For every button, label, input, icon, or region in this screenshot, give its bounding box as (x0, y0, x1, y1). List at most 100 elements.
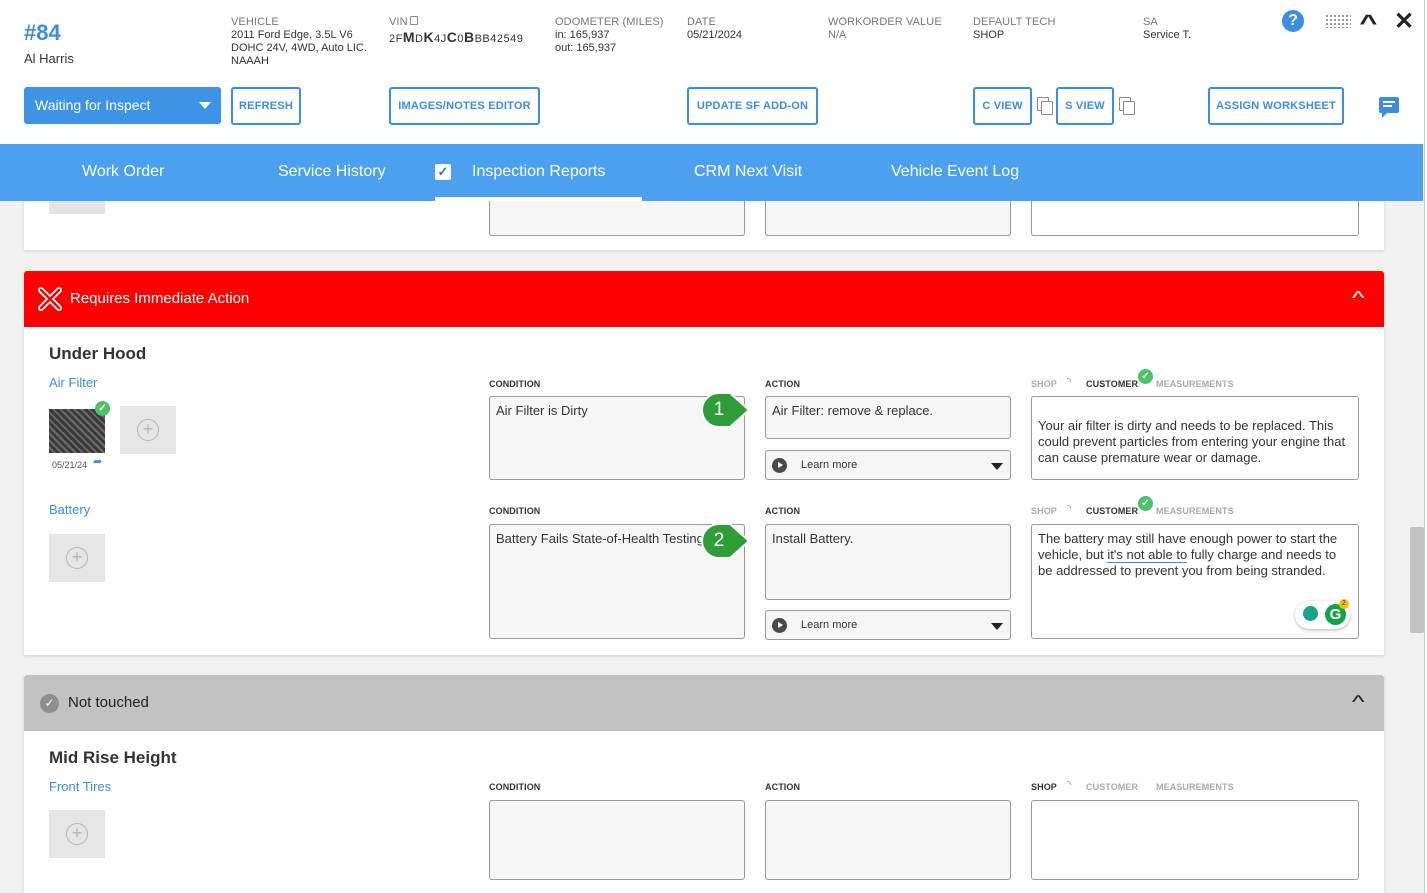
step-number: 1 (713, 399, 725, 420)
customer-text-field[interactable] (1031, 800, 1359, 880)
caret-down-icon (199, 102, 211, 109)
c-view-button[interactable]: C VIEW (973, 87, 1032, 125)
measurements-label[interactable]: MEASUREMENTS (1156, 782, 1234, 792)
step-badge-1: 1 (701, 391, 749, 430)
condition-field[interactable] (489, 201, 745, 236)
customer-label[interactable]: CUSTOMER (1086, 379, 1138, 389)
tab-crm-next-visit[interactable]: CRM Next Visit (694, 144, 802, 201)
odometer-in: in: 165,937 (555, 29, 610, 41)
tab-inspection-reports[interactable]: Inspection Reports (435, 144, 642, 201)
status-value: Waiting for Inspect (35, 97, 151, 113)
not-touched-card: ✓ Not touched ^ Mid Rise Height Front Ti… (24, 675, 1384, 893)
service-advisor-value: Service T. (1143, 29, 1192, 41)
immediate-action-header[interactable]: Requires Immediate Action ^ (24, 271, 1384, 327)
add-photo-button[interactable]: + (49, 810, 105, 858)
vehicle-line-1: 2011 Ford Edge, 3.5L V6 (231, 29, 353, 41)
measurements-label[interactable]: MEASUREMENTS (1156, 506, 1234, 516)
learn-more-dropdown[interactable]: Learn more (765, 450, 1011, 480)
shop-label[interactable]: SHOP (1031, 782, 1057, 792)
customer-label[interactable]: CUSTOMER (1086, 506, 1138, 516)
immediate-action-card: Requires Immediate Action ^ Under Hood A… (24, 271, 1384, 655)
chat-icon[interactable] (1379, 97, 1399, 118)
copy-icon[interactable] (1037, 97, 1053, 115)
refresh-button[interactable]: REFRESH (231, 87, 301, 125)
grammarly-widget[interactable]: G 2 (1295, 599, 1350, 629)
status-dropdown[interactable]: Waiting for Inspect (24, 87, 221, 124)
check-icon: ✓ (95, 401, 110, 416)
default-tech-value: SHOP (973, 29, 1005, 41)
step-badge-2: 2 (701, 522, 749, 561)
tab-vehicle-event-log[interactable]: Vehicle Event Log (891, 144, 1019, 201)
vehicle-line-3: NAAAH (231, 55, 269, 67)
add-photo-button[interactable]: + (49, 534, 105, 582)
plus-icon: + (137, 419, 159, 441)
grammar-suggestion[interactable]: it's not able to (1107, 547, 1188, 563)
chevron-up-icon[interactable]: ^ (1351, 288, 1364, 309)
copy-icon[interactable] (409, 16, 418, 25)
learn-more-label: Learn more (801, 619, 858, 631)
shop-label[interactable]: SHOP (1031, 506, 1057, 516)
tab-bar: Work Order Service History Inspection Re… (0, 144, 1423, 201)
grid-icon[interactable] (1325, 14, 1351, 28)
lightbulb-icon (1303, 606, 1318, 621)
vin-label: VIN (389, 16, 408, 28)
play-icon (772, 458, 787, 473)
vin-part: 4J (434, 33, 447, 45)
vin-info: VIN 2FMDK4JC0BBB42549 (389, 16, 523, 46)
odometer-label: ODOMETER (MILES) (555, 16, 664, 28)
vin-part: M (402, 29, 416, 45)
copy-icon[interactable] (1119, 97, 1135, 115)
vin-part: 2F (389, 33, 403, 45)
previous-item-card (24, 201, 1384, 250)
customer-name: Al Harris (24, 51, 74, 66)
help-icon[interactable]: ? (1282, 10, 1304, 32)
update-sf-addon-button[interactable]: UPDATE SF ADD-ON (687, 87, 818, 125)
customer-text-field[interactable]: Your air filter is dirty and needs to be… (1031, 396, 1359, 480)
caret-down-icon (991, 463, 1003, 470)
air-filter-photo[interactable] (49, 409, 105, 453)
action-field[interactable]: Install Battery. (765, 524, 1011, 600)
add-photo-placeholder[interactable] (49, 201, 105, 214)
scrollbar-thumb[interactable] (1410, 527, 1424, 633)
section-title: Not touched (68, 694, 149, 711)
not-touched-header[interactable]: ✓ Not touched ^ (24, 675, 1384, 731)
learn-more-dropdown[interactable]: Learn more (765, 610, 1011, 640)
check-icon: ✓ (1138, 496, 1153, 511)
spinner-icon: ◝ (1067, 779, 1072, 791)
checkbox-icon[interactable]: ✓ (435, 164, 451, 180)
tab-service-history[interactable]: Service History (278, 144, 386, 201)
x-mark-icon (38, 287, 62, 311)
date-info: DATE 05/21/2024 (687, 16, 742, 42)
assign-worksheet-button[interactable]: ASSIGN WORKSHEET (1208, 87, 1344, 125)
step-number: 2 (713, 530, 725, 551)
customer-text-field[interactable] (1031, 201, 1359, 236)
vehicle-line-2: DOHC 24V, 4WD, Auto LIC. (231, 42, 367, 54)
chevron-up-icon[interactable]: ^ (1351, 692, 1364, 713)
add-photo-button[interactable]: + (120, 406, 176, 454)
item-link-air-filter[interactable]: Air Filter (49, 375, 97, 390)
images-notes-editor-button[interactable]: IMAGES/NOTES EDITOR (389, 87, 540, 125)
vin-part: C (446, 29, 458, 45)
customer-label[interactable]: CUSTOMER (1086, 782, 1138, 792)
inspection-content: Requires Immediate Action ^ Under Hood A… (0, 201, 1410, 893)
chevron-up-icon[interactable]: ^ (1359, 10, 1377, 36)
item-link-battery[interactable]: Battery (49, 502, 90, 517)
action-label: ACTION (765, 379, 801, 389)
play-icon (772, 618, 787, 633)
workorder-value-info: WORKORDER VALUE N/A (828, 16, 942, 42)
default-tech-info: DEFAULT TECH SHOP (973, 16, 1056, 42)
action-field[interactable] (765, 800, 1011, 880)
s-view-button[interactable]: S VIEW (1056, 87, 1114, 125)
close-icon[interactable]: ✕ (1394, 7, 1414, 36)
group-title: Under Hood (49, 344, 147, 363)
item-link-front-tires[interactable]: Front Tires (49, 779, 111, 794)
action-field[interactable] (765, 201, 1011, 236)
shop-label[interactable]: SHOP (1031, 379, 1057, 389)
check-circle-icon: ✓ (40, 694, 59, 713)
workorder-value-label: WORKORDER VALUE (828, 16, 942, 28)
tab-work-order[interactable]: Work Order (82, 144, 164, 201)
action-field[interactable]: Air Filter: remove & replace. (765, 396, 1011, 439)
measurements-label[interactable]: MEASUREMENTS (1156, 379, 1234, 389)
share-icon[interactable]: ➦ (93, 455, 102, 468)
condition-field[interactable] (489, 800, 745, 880)
